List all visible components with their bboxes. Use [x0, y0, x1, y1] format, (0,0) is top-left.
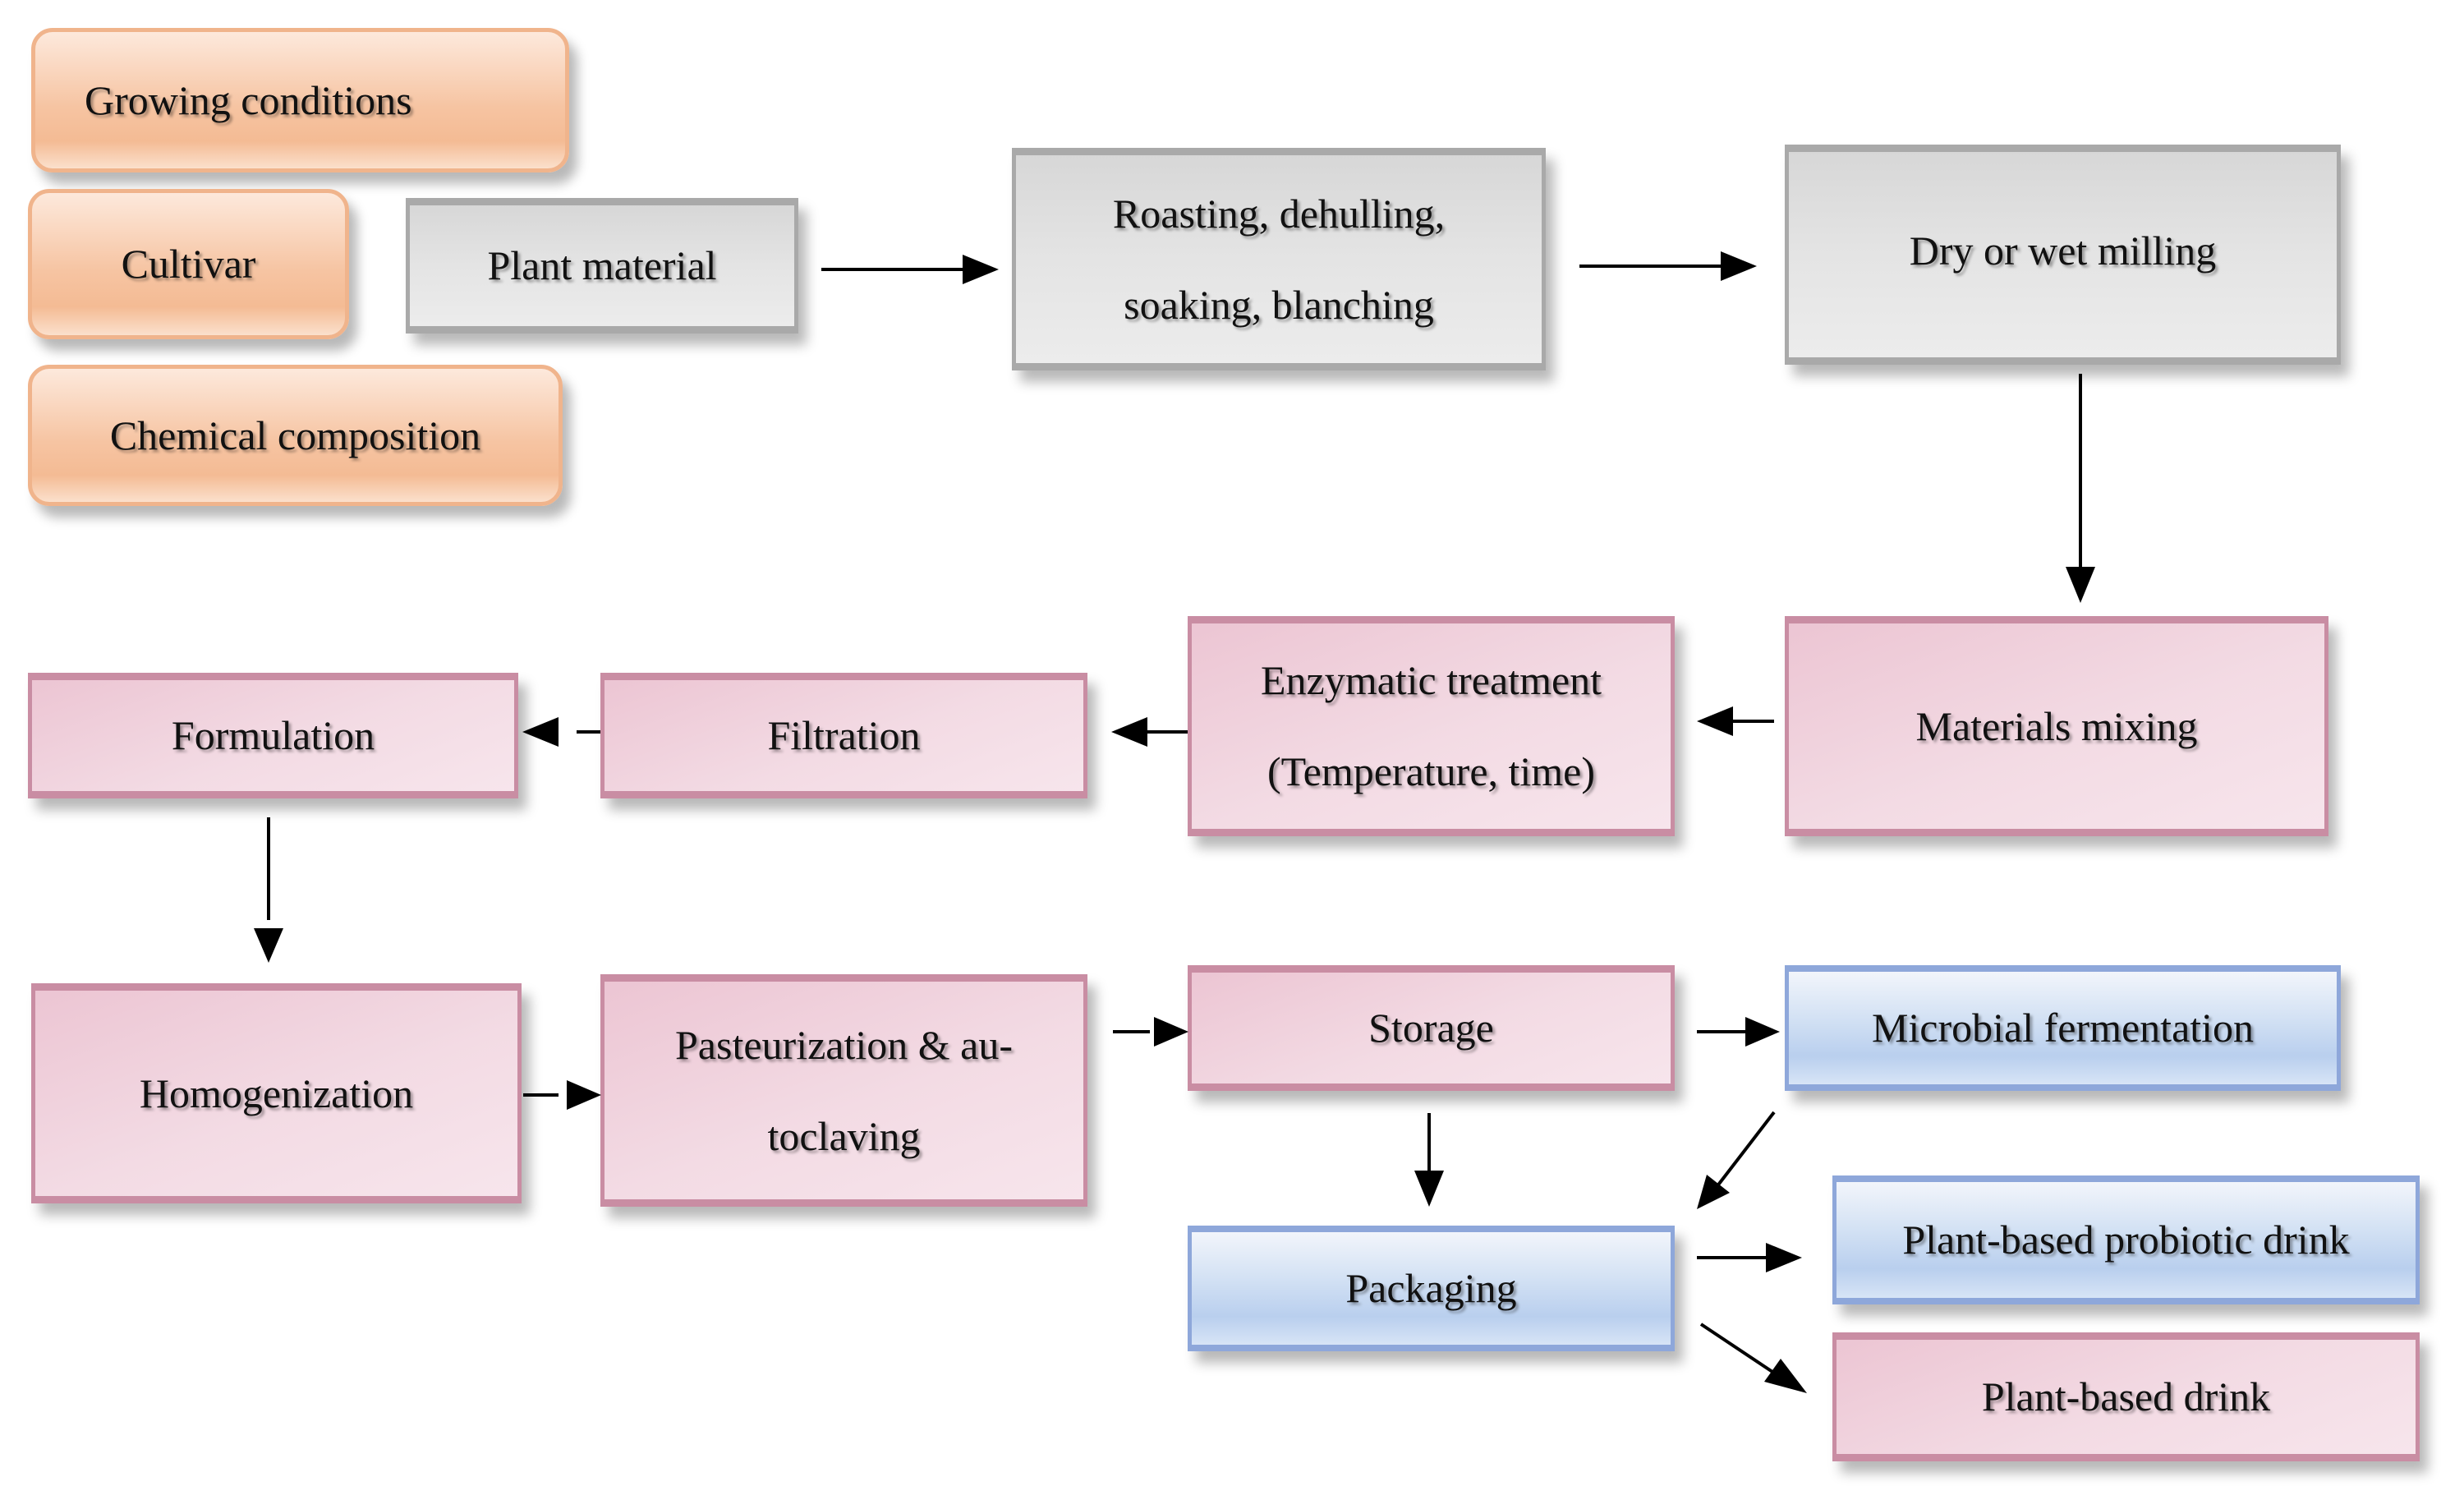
node-label-line1: Roasting, dehulling, [1112, 190, 1446, 237]
arrowhead-right-icon [1745, 1017, 1780, 1047]
node-pasteurization: Pasteurization & au- toclaving [600, 974, 1087, 1207]
node-label: Plant material [487, 242, 717, 288]
node-label: Packaging [1345, 1265, 1517, 1311]
node-materials-mixing: Materials mixing [1785, 616, 2328, 836]
node-label-line2: (Temperature, time) [1266, 748, 1596, 794]
arrowhead-down-icon [2066, 567, 2095, 603]
node-label: Dry or wet milling [1909, 227, 2217, 274]
arrow-packaging-to-plant-drink [1699, 1323, 1774, 1373]
arrowhead-down-icon [1414, 1171, 1444, 1207]
node-probiotic-drink: Plant-based probiotic drink [1832, 1175, 2420, 1304]
arrowhead-right-icon [567, 1080, 601, 1110]
arrowhead-left-icon [1697, 706, 1733, 736]
node-chemical-composition: Chemical composition [28, 365, 563, 506]
node-label-line2: toclaving [767, 1112, 921, 1159]
node-dry-wet-milling: Dry or wet milling [1785, 145, 2341, 365]
node-label: Plant-based probiotic drink [1902, 1217, 2350, 1263]
arrow-fermentation-to-packaging [1715, 1111, 1776, 1189]
arrowhead-right-icon [1154, 1017, 1188, 1047]
node-label: Storage [1368, 1005, 1494, 1051]
node-label: Plant-based drink [1981, 1373, 2271, 1419]
node-label: Homogenization [139, 1070, 414, 1116]
node-packaging: Packaging [1188, 1226, 1675, 1351]
node-label: Filtration [767, 712, 921, 758]
node-label: Formulation [171, 712, 375, 758]
node-label: Microbial fermentation [1871, 1005, 2255, 1051]
arrowhead-right-icon [963, 255, 999, 284]
node-microbial-fermentation: Microbial fermentation [1785, 965, 2341, 1091]
arrowhead-down-icon [254, 928, 283, 963]
node-roasting-dehulling: Roasting, dehulling, soaking, blanching [1012, 148, 1546, 370]
node-label-line2: soaking, blanching [1124, 281, 1434, 328]
node-label-line1: Pasteurization & au- [675, 1021, 1013, 1068]
node-enzymatic-treatment: Enzymatic treatment (Temperature, time) [1188, 616, 1675, 836]
node-label: Growing conditions [85, 76, 412, 123]
node-homogenization: Homogenization [31, 983, 522, 1203]
node-label: Chemical composition [109, 412, 481, 458]
node-cultivar: Cultivar [28, 189, 349, 339]
node-label-line1: Enzymatic treatment [1260, 657, 1602, 703]
node-plant-material: Plant material [406, 198, 798, 334]
node-label: Cultivar [121, 241, 256, 287]
node-filtration: Filtration [600, 673, 1087, 798]
arrowhead-diag-down-right-icon [1764, 1359, 1807, 1393]
arrowhead-right-icon [1766, 1243, 1802, 1272]
arrowhead-left-icon [1111, 717, 1147, 747]
arrowhead-diag-down-left-icon [1697, 1175, 1730, 1209]
node-formulation: Formulation [28, 673, 518, 798]
node-plant-based-drink: Plant-based drink [1832, 1332, 2420, 1461]
node-growing-conditions: Growing conditions [31, 28, 569, 173]
arrowhead-left-icon [522, 717, 559, 747]
arrowhead-right-icon [1721, 251, 1757, 281]
node-storage: Storage [1188, 965, 1675, 1091]
node-label: Materials mixing [1915, 702, 2198, 749]
